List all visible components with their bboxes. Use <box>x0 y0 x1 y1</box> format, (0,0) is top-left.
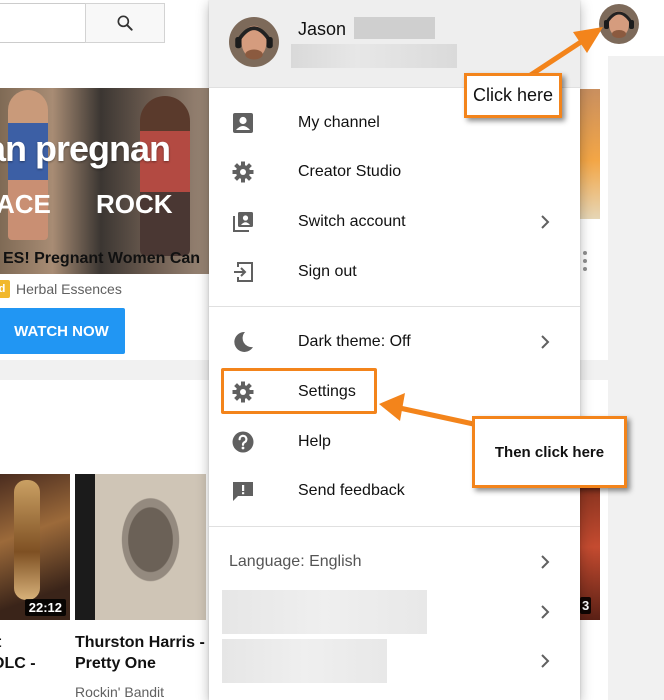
ad-thumbnail[interactable]: an pregnan ACE ROCK <box>0 88 210 274</box>
account-name: Jason <box>298 19 347 39</box>
more-options-icon[interactable] <box>583 251 587 271</box>
menu-item-label: Switch account <box>298 213 406 230</box>
menu-item-label: My channel <box>298 114 380 131</box>
search-input[interactable] <box>0 3 86 43</box>
menu-item-label: Send feedback <box>298 482 405 499</box>
video-thumbnail[interactable] <box>580 89 600 219</box>
menu-item-dark-theme[interactable]: Dark theme: Off <box>209 322 580 362</box>
menu-item-label: Help <box>298 433 331 450</box>
sign-out-icon <box>229 260 257 284</box>
callout-click-here: Click here <box>464 73 562 118</box>
menu-divider <box>209 306 580 307</box>
chevron-right-icon <box>541 335 550 349</box>
gear-icon <box>229 160 257 184</box>
menu-item-redacted[interactable] <box>209 639 580 683</box>
thumbnail-figure <box>14 480 40 600</box>
video-title[interactable]: Pretty One <box>75 653 156 674</box>
redacted-text <box>222 590 427 634</box>
video-thumbnail[interactable]: 22:12 <box>0 474 70 620</box>
switch-account-icon <box>229 210 257 234</box>
video-thumbnail[interactable]: 3 <box>580 474 600 620</box>
menu-item-label: Creator Studio <box>298 163 402 180</box>
search-button[interactable] <box>85 3 165 43</box>
screenshot: an pregnan ACE ROCK ES! Pregnant Women C… <box>0 0 664 700</box>
ad-title[interactable]: ES! Pregnant Women Can <box>3 250 200 268</box>
video-thumbnail[interactable] <box>75 474 206 620</box>
thumbnail-caption-right: ROCK <box>96 189 173 219</box>
avatar-icon <box>229 17 279 67</box>
menu-item-switch-account[interactable]: Switch account <box>209 202 580 242</box>
chevron-right-icon <box>541 605 550 619</box>
language-label: Language: English <box>229 553 362 570</box>
redacted-text <box>222 639 387 683</box>
thumbnail-portrait <box>95 474 206 620</box>
person-icon <box>229 111 257 135</box>
menu-item-label: Dark theme: Off <box>298 333 411 350</box>
redacted-surname <box>354 17 435 39</box>
menu-item-label: Sign out <box>298 263 357 280</box>
video-duration: 22:12 <box>24 599 66 616</box>
help-icon <box>229 430 257 454</box>
callout-then-click-here: Then click here <box>472 416 627 488</box>
menu-item-creator-studio[interactable]: Creator Studio <box>209 152 580 192</box>
redacted-email <box>291 44 457 68</box>
avatar-icon <box>599 4 639 44</box>
ad-badge: d <box>0 280 10 298</box>
menu-divider <box>209 526 580 527</box>
chevron-right-icon <box>541 215 550 229</box>
ad-channel[interactable]: Herbal Essences <box>16 281 122 297</box>
video-channel[interactable]: Rockin' Bandit <box>75 684 164 700</box>
video-duration: 3 <box>580 597 592 614</box>
feedback-icon <box>229 479 257 503</box>
video-title[interactable]: t <box>0 632 1 653</box>
account-avatar <box>229 17 279 67</box>
thumbnail-caption-left: ACE <box>0 189 51 219</box>
moon-icon <box>229 330 257 354</box>
watch-now-button[interactable]: WATCH NOW <box>0 308 125 354</box>
settings-highlight-box <box>221 368 377 414</box>
menu-item-language[interactable]: Language: English <box>209 542 580 582</box>
thumbnail-headline: an pregnan <box>0 128 171 169</box>
menu-item-sign-out[interactable]: Sign out <box>209 252 580 292</box>
menu-item-redacted[interactable] <box>209 590 580 634</box>
chevron-right-icon <box>541 555 550 569</box>
video-title[interactable]: Thurston Harris - <box>75 632 205 653</box>
search-icon <box>117 15 133 31</box>
thumbnail-figure <box>140 96 190 256</box>
chevron-right-icon <box>541 654 550 668</box>
video-title[interactable]: OLC - <box>0 653 36 674</box>
avatar-button[interactable] <box>599 4 639 44</box>
